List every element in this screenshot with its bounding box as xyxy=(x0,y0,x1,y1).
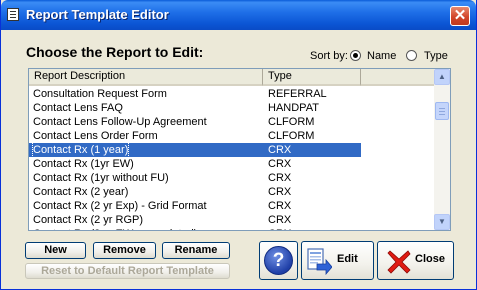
report-description-cell: Contact Rx (2 year) xyxy=(33,186,129,198)
report-description-cell: Contact Rx (2 yr Exp) - Grid Format xyxy=(33,200,207,212)
red-x-icon xyxy=(387,250,411,274)
report-description-cell: Contact Rx (1 year) xyxy=(31,142,130,158)
column-header-type[interactable]: Type xyxy=(263,69,361,86)
table-row[interactable]: Contact Rx (2 yr EW - completed) CRX xyxy=(29,227,361,230)
column-header-description[interactable]: Report Description xyxy=(29,69,263,86)
table-row[interactable]: Contact Rx (1yr without FU) CRX xyxy=(29,171,361,185)
remove-button[interactable]: Remove xyxy=(93,242,156,259)
new-button[interactable]: New xyxy=(25,242,86,259)
help-icon: ? xyxy=(264,246,293,275)
report-type-cell: REFERRAL xyxy=(268,88,327,100)
window-close-button[interactable]: ✕ xyxy=(450,6,470,26)
edit-button-label: Edit xyxy=(337,253,358,265)
sort-type-label[interactable]: Type xyxy=(424,50,448,62)
report-description-cell: Contact Lens Follow-Up Agreement xyxy=(33,116,207,128)
table-row[interactable]: Contact Rx (1 year) CRX xyxy=(29,142,361,158)
close-button-label: Close xyxy=(415,253,445,265)
report-description-cell: Contact Rx (2 yr EW - completed) xyxy=(33,227,197,230)
table-row[interactable]: Contact Rx (2 year) CRX xyxy=(29,185,361,199)
report-description-cell: Contact Rx (2 yr RGP) xyxy=(33,214,144,226)
report-description-cell: Contact Rx (1yr EW) xyxy=(33,158,134,170)
table-row[interactable]: Contact Lens FAQ HANDPAT xyxy=(29,101,361,115)
scroll-down-arrow-icon[interactable]: ▼ xyxy=(434,214,450,230)
report-type-cell: CRX xyxy=(268,158,292,170)
edit-document-icon xyxy=(307,248,332,275)
report-description-cell: Contact Lens FAQ xyxy=(33,102,123,114)
report-type-cell: CRX xyxy=(268,186,292,198)
report-type-cell: CLFORM xyxy=(268,130,315,142)
sort-name-label[interactable]: Name xyxy=(367,50,396,62)
table-row[interactable]: Contact Lens Order Form CLFORM xyxy=(29,129,361,143)
sort-name-radio[interactable] xyxy=(350,50,361,61)
report-description-cell: Contact Rx (1yr without FU) xyxy=(33,172,169,184)
report-type-cell: CRX xyxy=(268,172,292,184)
table-row[interactable]: Consultation Request Form REFERRAL xyxy=(29,87,361,101)
report-description-cell: Consultation Request Form xyxy=(33,88,167,100)
scroll-up-arrow-icon[interactable]: ▲ xyxy=(434,69,450,85)
table-row[interactable]: Contact Rx (2 yr RGP) CRX xyxy=(29,213,361,227)
column-header-filler xyxy=(361,69,434,86)
report-type-cell: CRX xyxy=(268,144,292,156)
page-heading: Choose the Report to Edit: xyxy=(26,44,204,60)
edit-button[interactable]: Edit xyxy=(301,241,374,280)
document-icon xyxy=(7,8,19,21)
report-type-cell: CRX xyxy=(268,214,292,226)
sort-by-label: Sort by: xyxy=(310,50,348,62)
report-type-cell: CRX xyxy=(268,227,291,230)
rename-button[interactable]: Rename xyxy=(162,242,230,259)
report-template-editor-window: Report Template Editor ✕ Choose the Repo… xyxy=(0,0,477,290)
window-title: Report Template Editor xyxy=(26,7,169,22)
report-type-cell: HANDPAT xyxy=(268,102,319,114)
report-description-cell: Contact Lens Order Form xyxy=(33,130,158,142)
sort-type-radio[interactable] xyxy=(406,50,417,61)
vertical-scrollbar[interactable]: ▲ ▼ xyxy=(434,69,450,230)
report-type-cell: CLFORM xyxy=(268,116,315,128)
table-row[interactable]: Contact Rx (2 yr Exp) - Grid Format CRX xyxy=(29,199,361,213)
help-button[interactable]: ? xyxy=(259,241,298,280)
report-list[interactable]: Report Description Type Consultation Req… xyxy=(28,68,451,231)
report-type-cell: CRX xyxy=(268,200,292,212)
table-row[interactable]: Contact Rx (1yr EW) CRX xyxy=(29,157,361,171)
close-button[interactable]: Close xyxy=(377,241,454,280)
scroll-thumb[interactable] xyxy=(435,102,449,120)
title-bar[interactable]: Report Template Editor ✕ xyxy=(1,0,476,30)
reset-default-template-button: Reset to Default Report Template xyxy=(25,263,230,279)
table-row[interactable]: Contact Lens Follow-Up Agreement CLFORM xyxy=(29,115,361,129)
